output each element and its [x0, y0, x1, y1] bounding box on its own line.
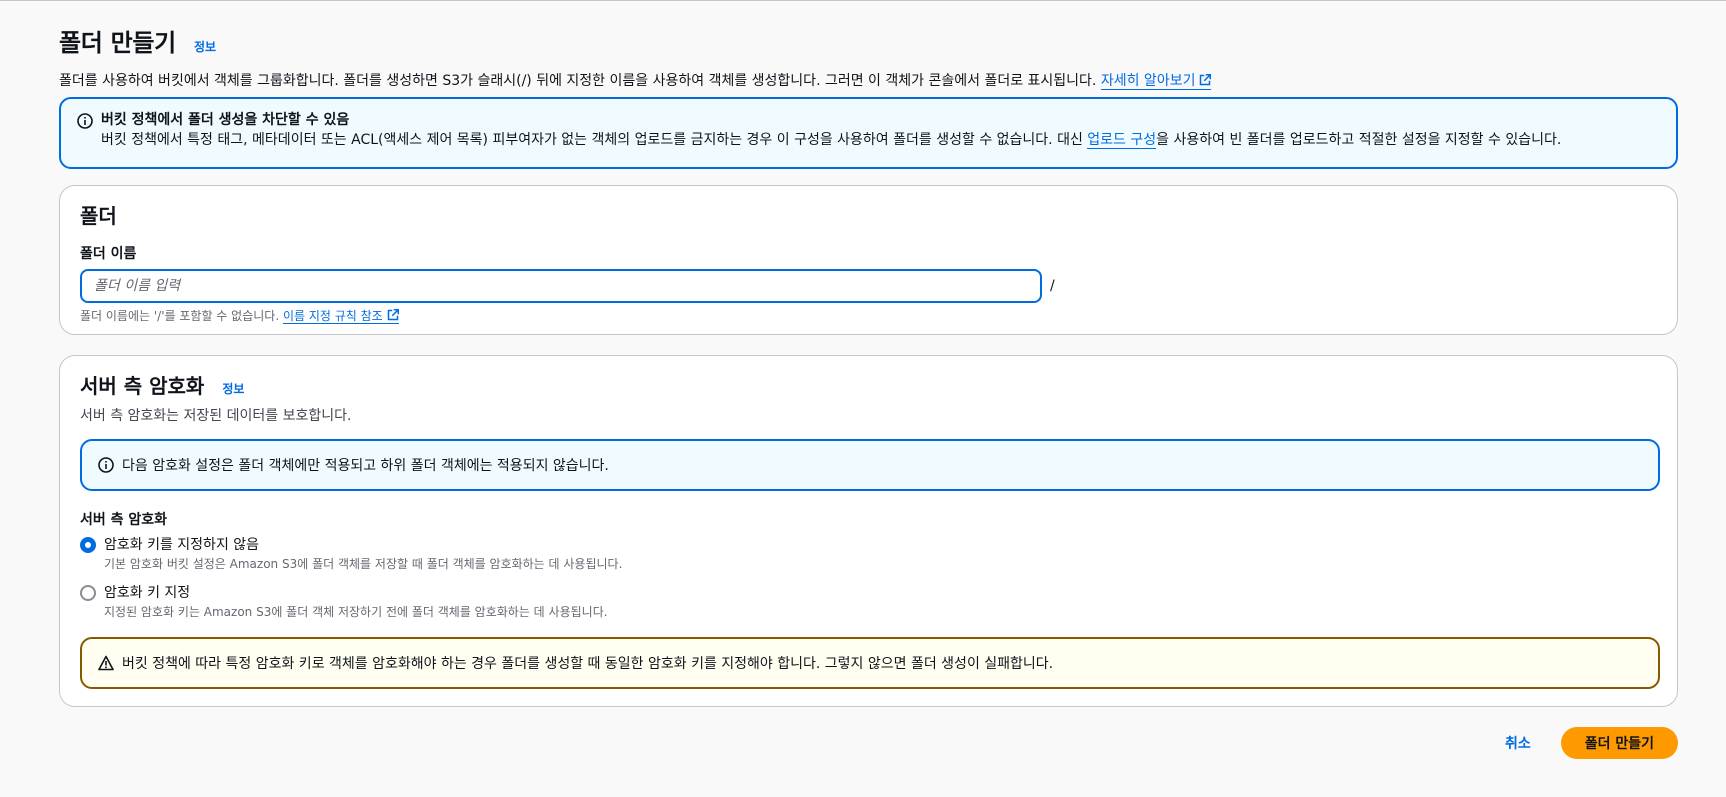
cancel-button[interactable]: 취소: [1505, 733, 1531, 753]
radio-option-no-key[interactable]: 암호화 키를 지정하지 않음 기본 암호화 버킷 설정은 Amazon S3에 …: [80, 535, 1657, 573]
info-icon: [77, 113, 93, 129]
encryption-warning-alert: 버킷 정책에 따라 특정 암호화 키로 객체를 암호화해야 하는 경우 폴더를 …: [80, 637, 1660, 689]
radio-button-no-key[interactable]: [80, 537, 96, 553]
folder-card: 폴더 폴더 이름 / 폴더 이름에는 '/'를 포함할 수 없습니다. 이름 지…: [59, 185, 1678, 335]
radio-option-specify-key[interactable]: 암호화 키 지정 지정된 암호화 키는 Amazon S3에 폴더 객체 저장하…: [80, 583, 1657, 621]
info-link[interactable]: 정보: [194, 38, 216, 55]
encryption-heading-row: 서버 측 암호화 정보: [80, 370, 1657, 399]
create-folder-button[interactable]: 폴더 만들기: [1560, 727, 1678, 759]
folder-name-label: 폴더 이름: [80, 246, 137, 262]
title-row: 폴더 만들기 정보: [59, 23, 1678, 58]
constraint-text: 폴더 이름에는 '/'를 포함할 수 없습니다.: [80, 309, 283, 323]
radio-option-description: 기본 암호화 버킷 설정은 Amazon S3에 폴더 객체를 저장할 때 폴더…: [104, 557, 623, 571]
folder-name-input[interactable]: [80, 269, 1042, 303]
external-link-icon: [1200, 74, 1212, 86]
encryption-description: 서버 측 암호화는 저장된 데이터를 보호합니다.: [80, 408, 352, 424]
folder-name-row: /: [80, 269, 1657, 303]
folder-name-constraint: 폴더 이름에는 '/'를 포함할 수 없습니다. 이름 지정 규칙 참조: [80, 307, 1657, 324]
encryption-card: 서버 측 암호화 정보 서버 측 암호화는 저장된 데이터를 보호합니다. 다음…: [59, 355, 1678, 707]
info-icon: [98, 457, 114, 473]
page-description-text: 폴더를 사용하여 버킷에서 객체를 그룹화합니다. 폴더를 생성하면 S3가 슬…: [59, 73, 1101, 89]
warning-text: 버킷 정책에 따라 특정 암호화 키로 객체를 암호화해야 하는 경우 폴더를 …: [122, 656, 1054, 672]
radio-option-label: 암호화 키를 지정하지 않음: [104, 537, 260, 553]
naming-rules-link[interactable]: 이름 지정 규칙 참조: [282, 309, 399, 324]
page-description: 폴더를 사용하여 버킷에서 객체를 그룹화합니다. 폴더를 생성하면 S3가 슬…: [59, 70, 1678, 90]
learn-more-label: 자세히 알아보기: [1100, 73, 1196, 89]
radio-option-description: 지정된 암호화 키는 Amazon S3에 폴더 객체 저장하기 전에 폴더 객…: [104, 605, 608, 619]
alert-body: 버킷 정책에서 특정 태그, 메타데이터 또는 ACL(액세스 제어 목록) 피…: [101, 130, 1660, 150]
radio-option-label: 암호화 키 지정: [104, 585, 191, 601]
naming-rules-label: 이름 지정 규칙 참조: [282, 309, 383, 323]
encryption-card-title: 서버 측 암호화: [80, 374, 205, 398]
form-footer: 취소 폴더 만들기: [1505, 727, 1678, 759]
page-header: 폴더 만들기 정보 폴더를 사용하여 버킷에서 객체를 그룹화합니다. 폴더를 …: [59, 23, 1678, 90]
alert-body-after: 을 사용하여 빈 폴더를 업로드하고 적절한 설정을 지정할 수 있습니다.: [1156, 132, 1562, 148]
upload-config-link[interactable]: 업로드 구성: [1087, 132, 1157, 149]
page-title: 폴더 만들기: [59, 29, 176, 57]
alert-title: 버킷 정책에서 폴더 생성을 차단할 수 있음: [101, 112, 350, 128]
folder-slash: /: [1050, 278, 1055, 294]
learn-more-link[interactable]: 자세히 알아보기: [1100, 73, 1212, 90]
folder-card-title: 폴더: [80, 204, 117, 228]
bucket-policy-alert: 버킷 정책에서 폴더 생성을 차단할 수 있음 버킷 정책에서 특정 태그, 메…: [59, 97, 1678, 169]
external-link-icon: [387, 309, 399, 321]
encryption-scope-notice: 다음 암호화 설정은 폴더 객체에만 적용되고 하위 폴더 객체에는 적용되지 …: [80, 439, 1660, 491]
alert-body-before: 버킷 정책에서 특정 태그, 메타데이터 또는 ACL(액세스 제어 목록) 피…: [101, 132, 1088, 148]
encryption-info-link[interactable]: 정보: [222, 380, 244, 397]
encryption-notice-text: 다음 암호화 설정은 폴더 객체에만 적용되고 하위 폴더 객체에는 적용되지 …: [122, 458, 609, 474]
encryption-radio-label: 서버 측 암호화: [80, 512, 168, 528]
radio-button-specify-key[interactable]: [80, 585, 96, 601]
warning-icon: [98, 655, 114, 671]
